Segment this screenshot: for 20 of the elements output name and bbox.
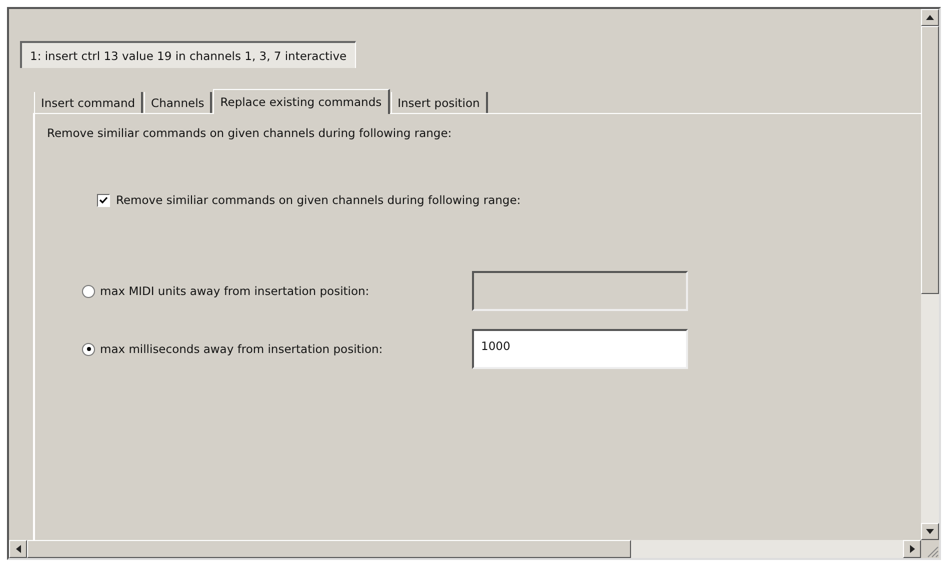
scroll-left-icon[interactable] — [9, 540, 27, 558]
scroll-up-icon[interactable] — [921, 9, 939, 26]
tab[interactable]: Insert command — [34, 92, 144, 113]
tab[interactable]: Insert position — [390, 92, 488, 113]
scroll-right-icon[interactable] — [903, 540, 921, 558]
scroll-thumb[interactable] — [921, 26, 939, 294]
horizontal-scrollbar[interactable] — [9, 540, 921, 558]
checkbox-label: Remove similiar commands on given channels during following range: — [116, 193, 521, 207]
scroll-thumb[interactable] — [27, 540, 631, 558]
vertical-scrollbar[interactable] — [921, 9, 939, 540]
radio-label: max milliseconds away from insertation position: — [100, 342, 383, 356]
header-label: 1: insert ctrl 13 value 19 in channels 1, 3, 7 interactive — [20, 41, 356, 68]
radio-button[interactable] — [82, 342, 95, 356]
scroll-down-icon[interactable] — [921, 523, 939, 540]
checkbox[interactable] — [97, 194, 110, 206]
tab[interactable]: Channels — [144, 92, 212, 113]
radio-label: max MIDI units away from insertation position: — [100, 284, 370, 298]
tab[interactable]: Replace existing commands — [213, 89, 390, 114]
input-field[interactable]: 1000 — [472, 329, 688, 369]
description-text: Remove similiar commands on given channels during following range: — [47, 126, 453, 140]
